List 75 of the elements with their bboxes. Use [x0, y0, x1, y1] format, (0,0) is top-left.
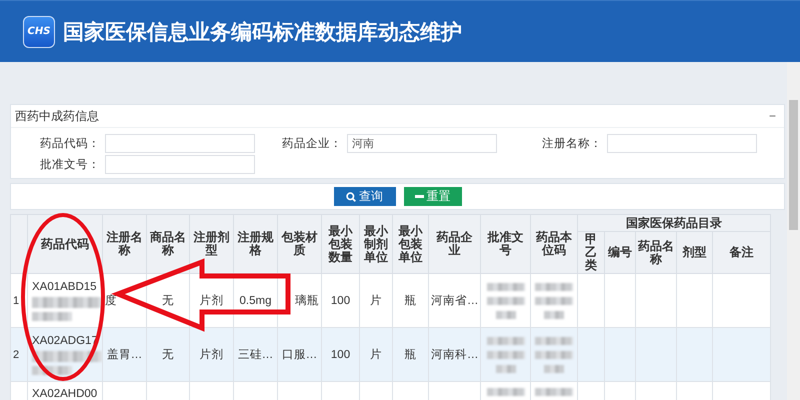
column-header: 商品名称: [150, 230, 186, 257]
column-header: 药品名称: [638, 238, 674, 266]
column-header: 最小包装单位: [398, 224, 422, 264]
field-label: 注册名称：: [541, 136, 603, 151]
minus-icon: [414, 195, 424, 198]
blurred-text: [535, 336, 573, 344]
panel-title: 西药中成药信息: [15, 108, 99, 124]
column-header: 注册剂型: [194, 230, 230, 257]
field-label: 药品企业：: [281, 136, 343, 151]
field-label: 药品代码：: [39, 136, 101, 151]
row-number: 2: [13, 348, 20, 360]
column-header: 包装材质: [282, 230, 318, 257]
table-cell: 100: [330, 348, 350, 360]
blurred-text: [32, 296, 102, 308]
input-field[interactable]: [105, 155, 255, 174]
blurred-text: [486, 350, 524, 358]
table-cell: 三硅…: [238, 349, 274, 361]
column-header: 最小制剂单位: [364, 224, 388, 264]
table-cell: 0.5mg: [240, 294, 272, 306]
column-header: 剂型: [682, 245, 706, 259]
column-header: 甲乙类: [585, 232, 597, 272]
table-cell: 片剂: [200, 349, 224, 361]
blurred-text: [486, 388, 524, 396]
blurred-text: [486, 296, 524, 304]
table-cell: 无: [162, 349, 174, 361]
table-cell: 片: [370, 295, 382, 307]
blurred-text: [32, 312, 72, 320]
table-cell: 璃瓶: [295, 295, 319, 307]
search-icon: [346, 192, 356, 202]
blurred-text: [535, 350, 573, 358]
drug-code: XA01ABD15: [32, 280, 97, 292]
table-cell: 度: [105, 295, 117, 307]
blurred-text: [535, 282, 573, 290]
input-field[interactable]: 河南: [347, 134, 497, 153]
blurred-text: [535, 388, 573, 396]
column-header: 批准文号: [488, 230, 524, 257]
column-header: 药品企业: [436, 230, 472, 257]
input-field[interactable]: [607, 134, 757, 153]
table-cell: 100: [330, 294, 350, 306]
row-number: 1: [13, 294, 20, 306]
app-title: 国家医保信息业务编码标准数据库动态维护: [63, 18, 462, 46]
collapse-button[interactable]: −: [764, 109, 780, 123]
drug-code: XA02AHD00: [32, 388, 98, 400]
search-button[interactable]: 查询: [334, 187, 396, 206]
table-row[interactable]: 1 XA01ABD15 度 无 片剂 0.5mg 璃瓶 100 片 瓶 河南省…: [10, 274, 771, 328]
table-cell: 无: [162, 295, 174, 307]
blurred-text: [535, 296, 573, 304]
field-label: 批准文号：: [39, 157, 101, 172]
column-header: 药品本位码: [536, 230, 572, 257]
table-cell: 河南科…: [431, 349, 478, 361]
column-group-header: 国家医保药品目录: [626, 216, 722, 230]
table-cell: 盖胃…: [106, 349, 142, 361]
blurred-text: [496, 310, 516, 318]
blurred-text: [496, 364, 516, 372]
table-cell: 片剂: [200, 295, 224, 307]
column-header: 编号: [608, 245, 632, 259]
table-cell: 河南省…: [431, 295, 478, 307]
table-cell: 瓶: [404, 349, 416, 361]
scrollbar[interactable]: [787, 62, 800, 400]
input-field[interactable]: [105, 134, 255, 153]
table-cell: 片: [370, 349, 382, 361]
table-row[interactable]: XA02AHD00: [10, 382, 771, 400]
table-cell: 口服…: [282, 349, 318, 361]
blurred-text: [486, 282, 524, 290]
blurred-text: [544, 310, 564, 318]
column-header: 注册名称: [106, 230, 142, 257]
column-header: 备注: [730, 245, 754, 259]
blurred-text: [544, 364, 564, 372]
column-header: 药品代码: [41, 236, 89, 250]
blurred-text: [486, 336, 524, 344]
scrollbar-thumb[interactable]: [789, 100, 798, 230]
column-header: 注册规格: [238, 230, 274, 257]
app-logo: CHS: [23, 16, 55, 48]
table-cell: 瓶: [404, 295, 416, 307]
column-header: 最小包装数量: [328, 224, 352, 264]
